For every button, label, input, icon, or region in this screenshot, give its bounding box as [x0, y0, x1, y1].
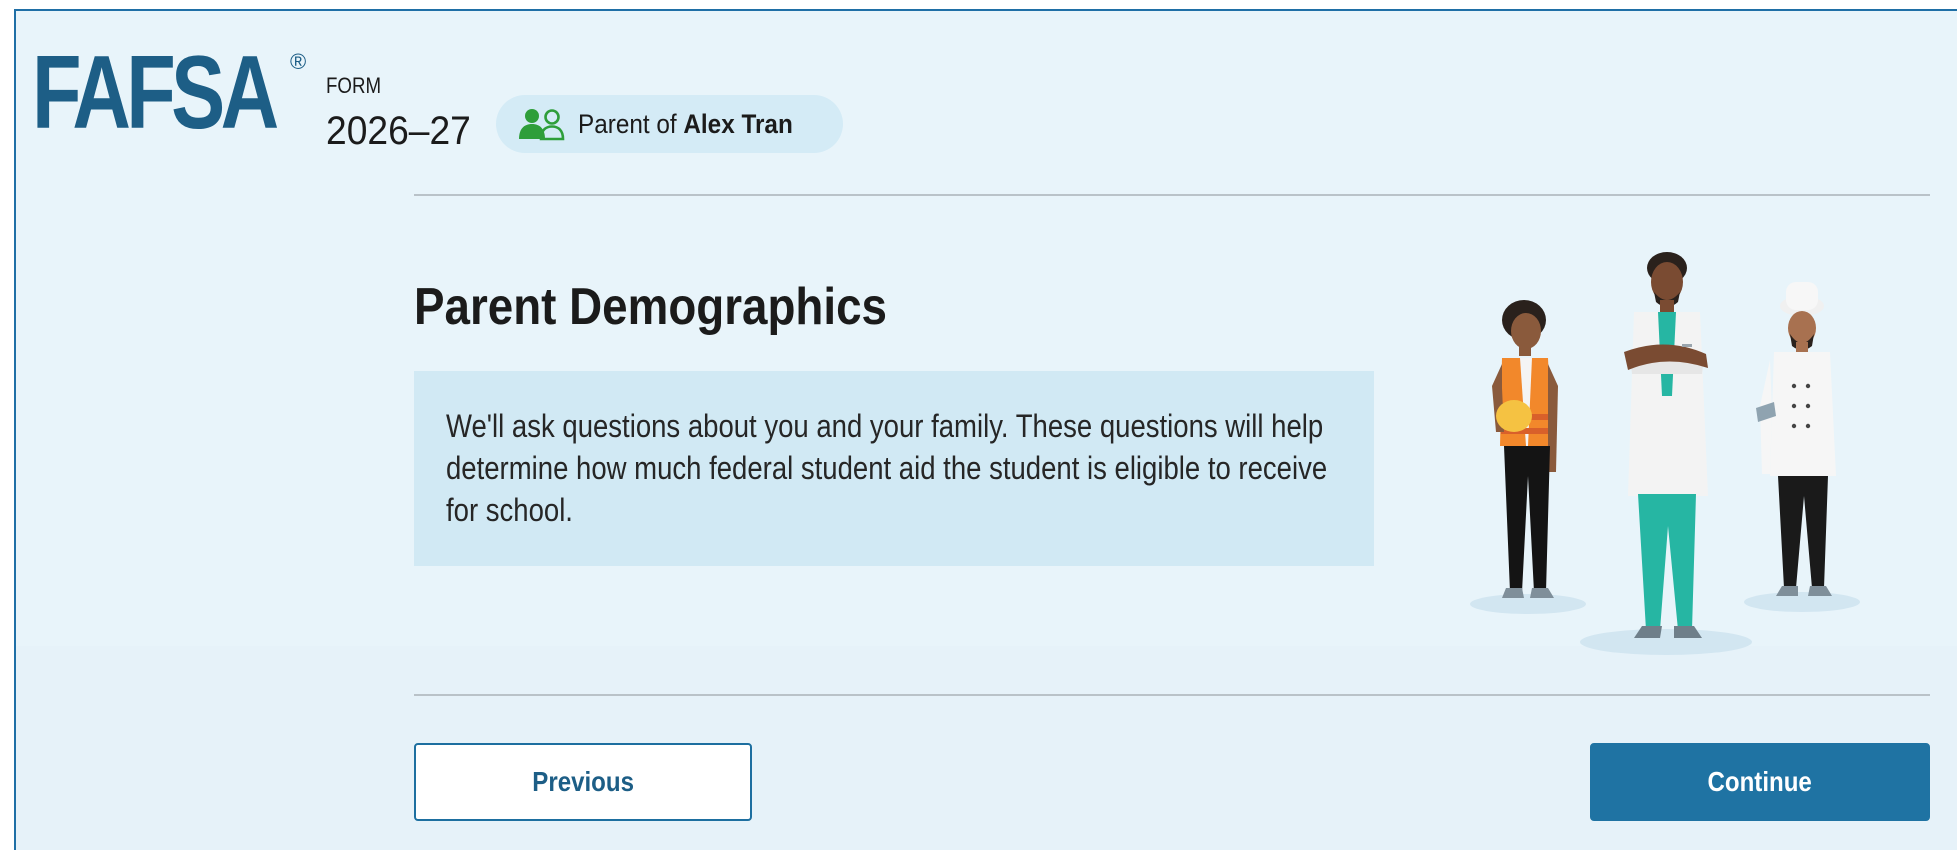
role-badge: Parent of Alex Tran [496, 95, 843, 153]
fafsa-logo: FAFSA [32, 35, 279, 151]
info-text: We'll ask questions about you and your f… [446, 408, 1328, 528]
info-box: We'll ask questions about you and your f… [414, 371, 1374, 566]
form-label: FORM [326, 73, 382, 98]
three-workers-illustration [1456, 236, 1896, 666]
previous-button[interactable]: Previous [414, 743, 752, 821]
construction-worker-figure [1492, 300, 1558, 598]
doctor-figure [1624, 252, 1708, 638]
continue-button-label: Continue [1707, 766, 1813, 797]
role-text: Parent of Alex Tran [578, 109, 793, 140]
registered-mark: ® [290, 49, 307, 74]
header-divider [414, 194, 1930, 196]
role-prefix: Parent of [578, 108, 677, 139]
form-year: 2026–27 [326, 109, 471, 153]
previous-button-label: Previous [532, 766, 634, 797]
student-name: Alex Tran [683, 108, 793, 139]
continue-button[interactable]: Continue [1590, 743, 1930, 821]
chef-figure [1756, 282, 1836, 596]
parent-student-icon [518, 107, 566, 141]
footer-divider [414, 694, 1930, 696]
page-title: Parent Demographics [414, 278, 887, 336]
page-frame: FAFSA ® FORM 2026–27 Parent of Alex Tran… [14, 9, 1957, 850]
